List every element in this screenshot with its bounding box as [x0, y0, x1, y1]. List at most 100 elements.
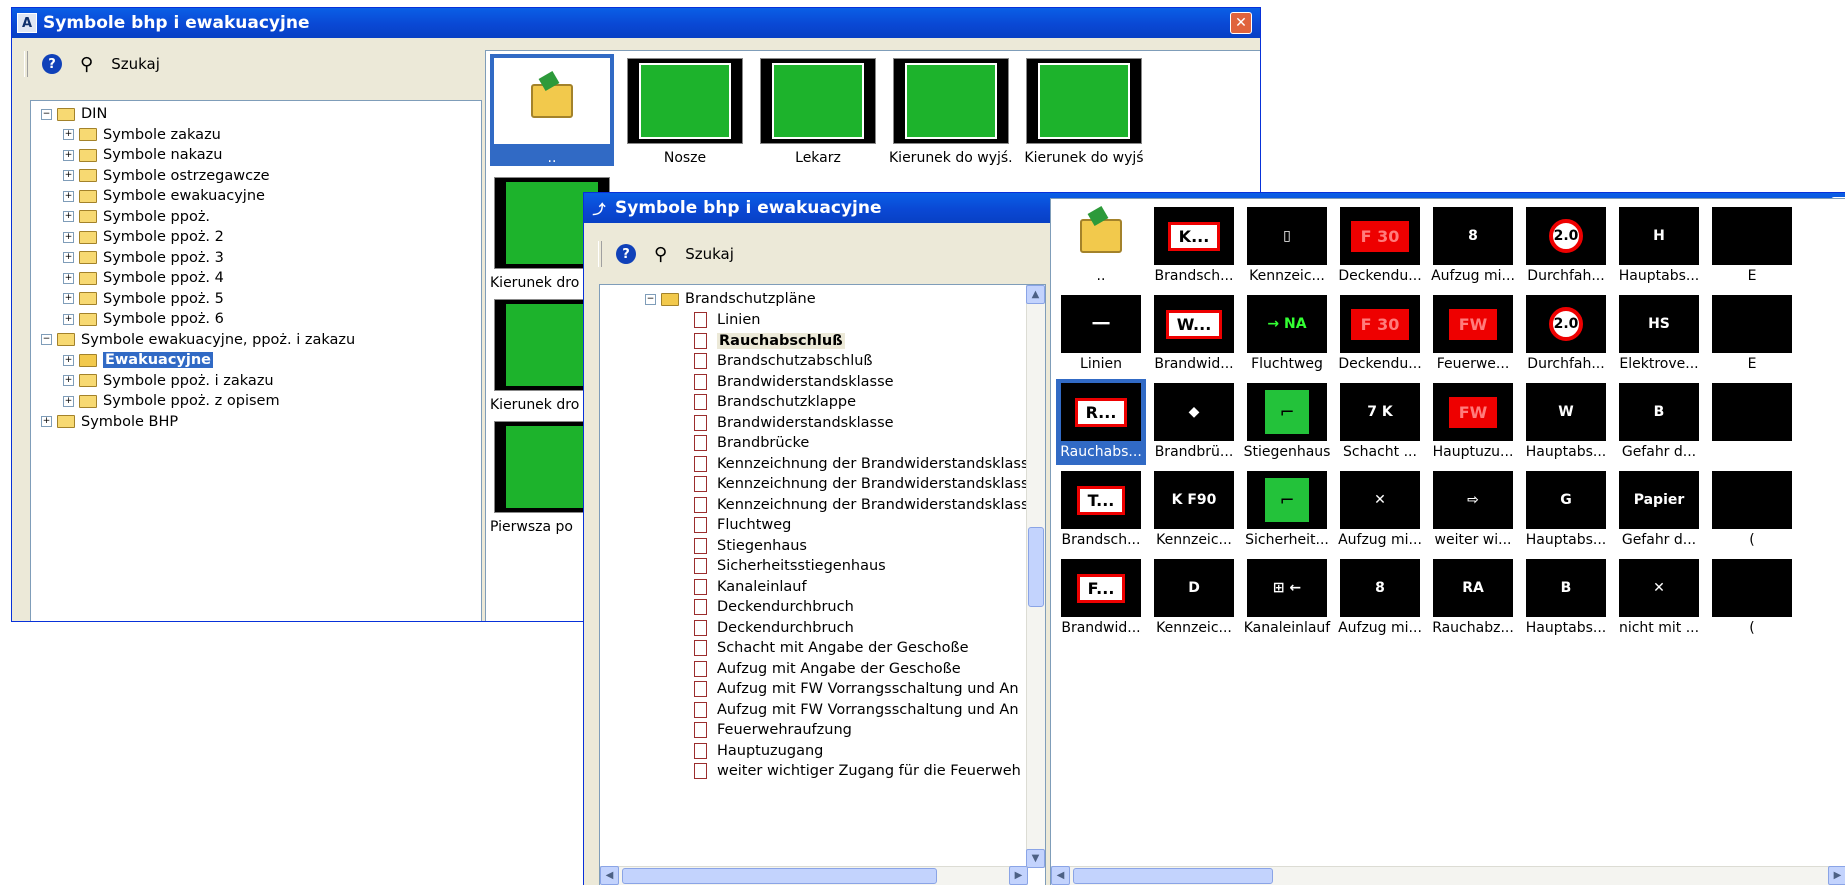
symbol-tile[interactable]: Lekarz — [756, 54, 880, 166]
close-button[interactable]: ✕ — [1230, 12, 1252, 34]
symbol-tile[interactable]: E — [1707, 291, 1797, 377]
binoculars-icon[interactable]: ⚲ — [80, 54, 93, 75]
symbol-tile[interactable]: FW Feuerwe... — [1428, 291, 1518, 377]
symbol-tile[interactable]: F 30 Deckendu... — [1335, 291, 1425, 377]
folder-tree[interactable]: − DIN + Symbole zakazu + Symbole nakazu + Symbo… — [30, 100, 482, 621]
symbol-tile[interactable] — [1707, 379, 1797, 465]
tree-node[interactable]: + Symbole ppoż. i zakazu — [63, 371, 274, 391]
symbol-tile[interactable]: Kierunek do wyjś... — [889, 54, 1013, 166]
expand-icon[interactable]: + — [63, 190, 74, 202]
tree-leaf[interactable]: Kennzeichnung der Brandwiderstandsklass — [694, 495, 1029, 515]
symbol-tile[interactable]: W Hauptabs... — [1521, 379, 1611, 465]
expand-icon[interactable]: − — [645, 293, 656, 305]
toolbar-grip[interactable] — [598, 241, 602, 267]
symbol-tile[interactable]: ✕ Aufzug mi... — [1335, 467, 1425, 553]
scroll-thumb[interactable] — [1073, 868, 1273, 884]
expand-icon[interactable]: + — [63, 272, 74, 284]
expand-icon[interactable]: + — [63, 293, 74, 304]
symbol-tile[interactable]: → NA Fluchtweg — [1242, 291, 1332, 377]
symbol-tile[interactable]: RA Rauchabz... — [1428, 555, 1518, 641]
tree-leaf[interactable]: weiter wichtiger Zugang für die Feuerweh — [694, 761, 1021, 781]
scroll-right-button[interactable]: ▶ — [1009, 866, 1028, 885]
symbol-tile[interactable]: 8 Aufzug mi... — [1335, 555, 1425, 641]
tree-leaf[interactable]: Brandwiderstandsklasse — [694, 413, 894, 433]
binoculars-icon[interactable]: ⚲ — [654, 244, 667, 265]
tree-leaf[interactable]: Kennzeichnung der Brandwiderstandsklass — [694, 474, 1029, 494]
title-bar[interactable]: A Symbole bhp i ewakuacyjne ✕ — [12, 8, 1260, 38]
tree-node[interactable]: + Ewakuacyjne — [63, 350, 214, 370]
tree-node[interactable]: + Symbole ppoż. — [63, 207, 210, 227]
symbol-tile[interactable]: B Gefahr d... — [1614, 379, 1704, 465]
tree-leaf[interactable]: Deckendurchbruch — [694, 618, 854, 638]
tree-node[interactable]: + Symbole zakazu — [63, 125, 221, 145]
tree-node[interactable]: − DIN — [41, 104, 107, 124]
tree-leaf[interactable]: Aufzug mit FW Vorrangsschaltung und An — [694, 679, 1019, 699]
expand-icon[interactable]: + — [63, 354, 74, 366]
tree-leaf[interactable]: Brandschutzklappe — [694, 392, 856, 412]
expand-icon[interactable]: + — [63, 313, 74, 325]
tree-leaf[interactable]: Schacht mit Angabe der Geschoße — [694, 638, 969, 658]
tree-leaf[interactable]: Hauptuzugang — [694, 741, 823, 761]
expand-icon[interactable]: − — [41, 334, 52, 345]
symbol-tile[interactable]: Kierunek do wyjś — [1022, 54, 1146, 166]
symbol-tile[interactable]: ( — [1707, 555, 1797, 641]
symbol-tile[interactable]: 2.0 Durchfah... — [1521, 203, 1611, 289]
symbol-tile[interactable]: FW Hauptuzu... — [1428, 379, 1518, 465]
tree-node[interactable]: + Symbole ppoż. 4 — [63, 268, 224, 288]
tree-node[interactable]: + Symbole ppoż. z opisem — [63, 391, 280, 411]
tree-leaf[interactable]: Stiegenhaus — [694, 536, 807, 556]
tree-leaf[interactable]: Deckendurchbruch — [694, 597, 854, 617]
tree-node[interactable]: + Symbole ppoż. 5 — [63, 289, 224, 309]
vertical-scrollbar[interactable]: ▲ ▼ — [1026, 285, 1045, 868]
tree-node[interactable]: + Symbole ppoż. 6 — [63, 309, 224, 329]
expand-icon[interactable]: + — [63, 170, 74, 181]
tree-node[interactable]: + Symbole ppoż. 3 — [63, 248, 224, 268]
expand-icon[interactable]: + — [63, 211, 74, 222]
layer-tree[interactable]: − Brandschutzpläne Linien Rauchabschluß Bran… — [599, 284, 1046, 885]
expand-icon[interactable]: − — [41, 108, 52, 120]
scroll-up-button[interactable]: ▲ — [1026, 285, 1045, 304]
expand-icon[interactable]: + — [63, 395, 74, 407]
symbol-tile[interactable]: 2.0 Durchfah... — [1521, 291, 1611, 377]
scroll-left-button[interactable]: ◀ — [1051, 866, 1070, 885]
horizontal-scrollbar[interactable]: ◀ ▶ — [600, 866, 1028, 885]
search-button[interactable]: Szukaj — [685, 245, 734, 263]
tree-leaf[interactable]: Brandschutzabschluß — [694, 351, 873, 371]
symbol-tile[interactable]: ◆ Brandbrü... — [1149, 379, 1239, 465]
horizontal-scrollbar[interactable]: ◀ ▶ — [1051, 866, 1845, 885]
symbol-tile[interactable]: R... Rauchabs... — [1056, 379, 1146, 465]
symbol-tile[interactable]: K F90 Kennzeic... — [1149, 467, 1239, 553]
symbol-tile[interactable]: G Hauptabs... — [1521, 467, 1611, 553]
tree-node[interactable]: − Symbole ewakuacyjne, ppoż. i zakazu — [41, 330, 355, 350]
symbol-tile[interactable]: K... Brandsch... — [1149, 203, 1239, 289]
symbol-tile[interactable]: F 30 Deckendu... — [1335, 203, 1425, 289]
symbol-tile[interactable]: H Hauptabs... — [1614, 203, 1704, 289]
symbol-tile[interactable]: E — [1707, 203, 1797, 289]
tree-node-root[interactable]: − Brandschutzpläne — [645, 289, 816, 309]
scroll-down-button[interactable]: ▼ — [1026, 849, 1045, 868]
tree-leaf[interactable]: Kennzeichnung der Brandwiderstandsklass — [694, 454, 1029, 474]
symbol-tile[interactable]: D Kennzeic... — [1149, 555, 1239, 641]
symbol-tile[interactable]: T... Brandsch... — [1056, 467, 1146, 553]
tree-node[interactable]: + Symbole BHP — [41, 412, 178, 432]
symbol-tile[interactable]: .. — [490, 54, 614, 166]
tree-node[interactable]: + Symbole ppoż. 2 — [63, 227, 224, 247]
toolbar-grip[interactable] — [24, 51, 28, 77]
symbol-tile[interactable]: ━━ Linien — [1056, 291, 1146, 377]
scroll-thumb[interactable] — [622, 868, 937, 884]
scroll-left-button[interactable]: ◀ — [600, 866, 619, 885]
symbol-tile[interactable]: 8 Aufzug mi... — [1428, 203, 1518, 289]
symbol-tile[interactable]: W... Brandwid... — [1149, 291, 1239, 377]
search-button[interactable]: Szukaj — [111, 55, 160, 73]
symbol-tile[interactable]: ⌐ Sicherheit... — [1242, 467, 1332, 553]
symbol-tile[interactable]: ( — [1707, 467, 1797, 553]
help-icon[interactable]: ? — [616, 244, 636, 264]
symbol-tile[interactable]: ✕ nicht mit ... — [1614, 555, 1704, 641]
tree-leaf[interactable]: Feuerwehraufzung — [694, 720, 852, 740]
symbol-tile[interactable]: ⌐ Stiegenhaus — [1242, 379, 1332, 465]
symbol-tile[interactable]: 7 K Schacht ... — [1335, 379, 1425, 465]
tree-leaf[interactable]: Sicherheitsstiegenhaus — [694, 556, 886, 576]
tree-leaf[interactable]: Brandbrücke — [694, 433, 809, 453]
tree-leaf[interactable]: Brandwiderstandsklasse — [694, 372, 894, 392]
scroll-right-button[interactable]: ▶ — [1828, 866, 1845, 885]
